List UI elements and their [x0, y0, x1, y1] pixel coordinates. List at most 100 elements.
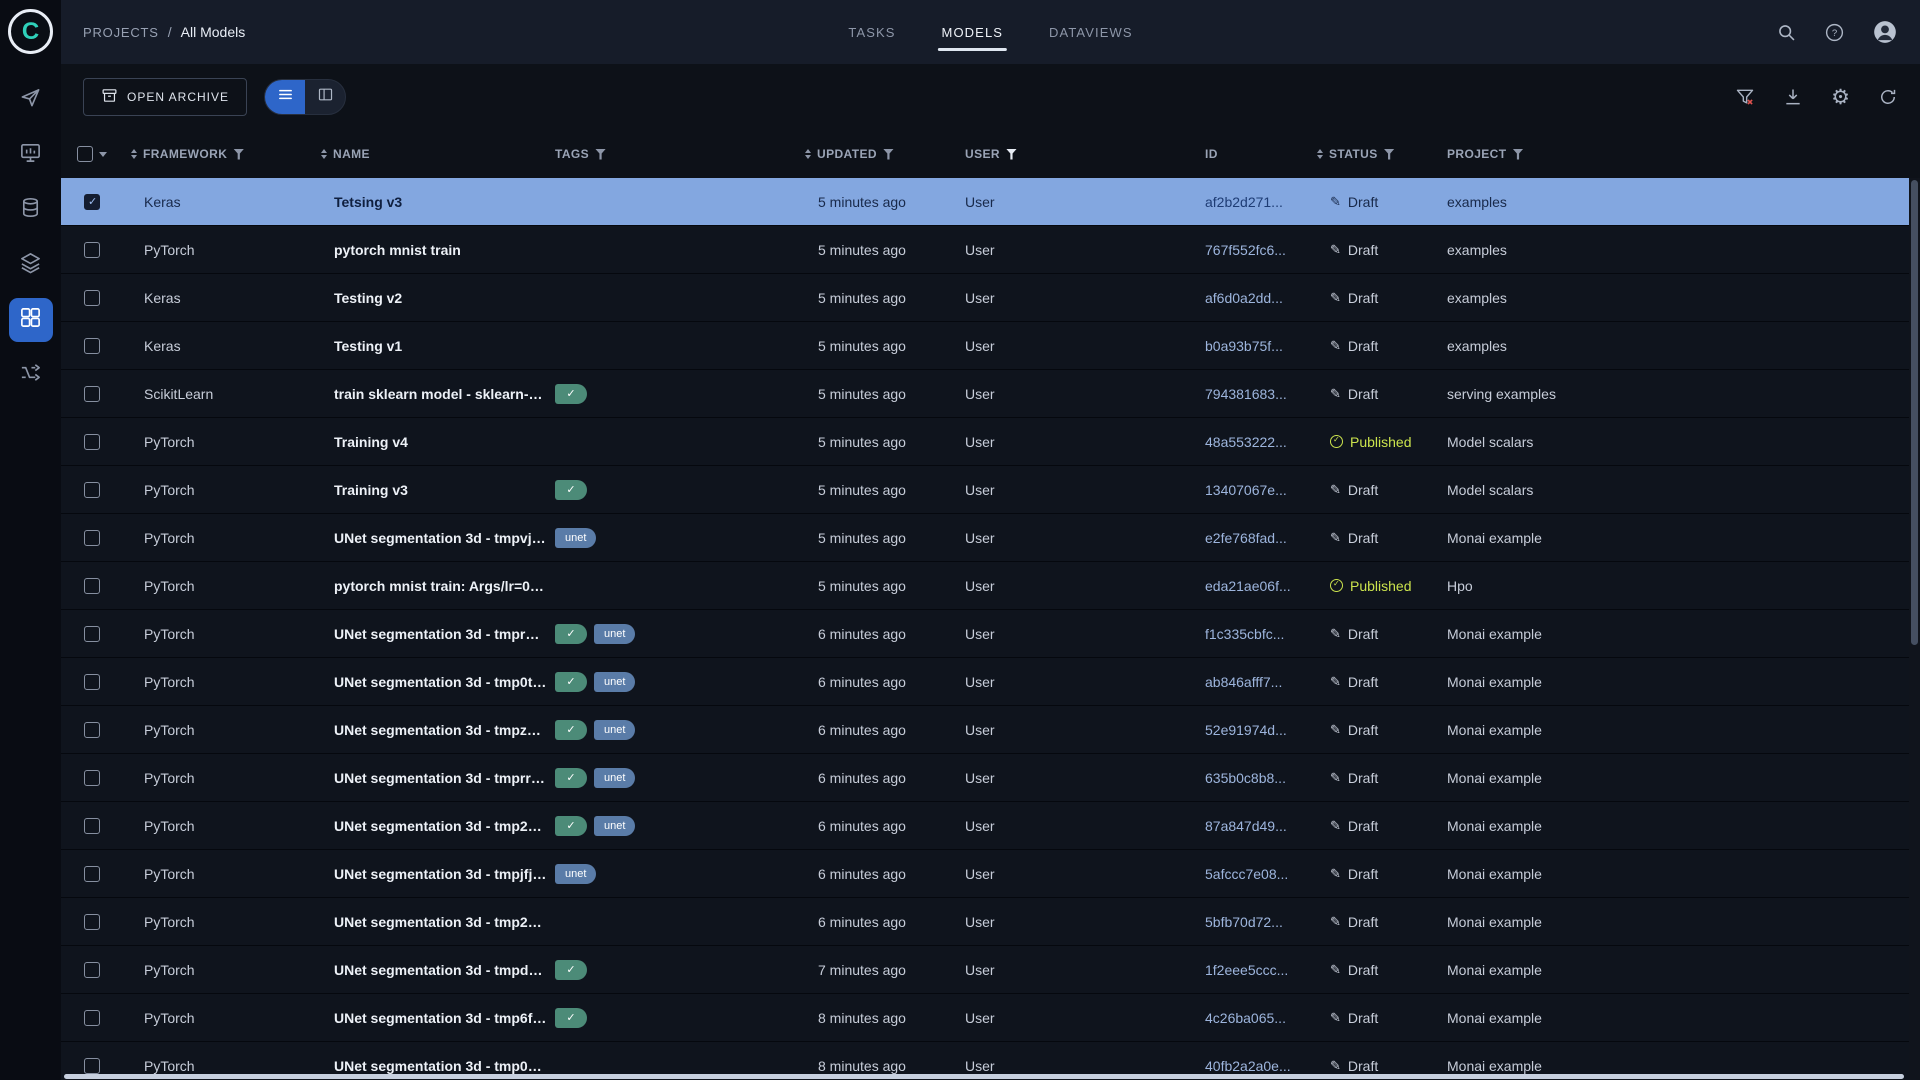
- table-row[interactable]: Keras Testing v1 5 minutes ago User b0a9…: [61, 322, 1920, 370]
- help-icon[interactable]: ?: [1824, 22, 1845, 43]
- sort-icon[interactable]: [131, 149, 137, 159]
- table-row[interactable]: PyTorch UNet segmentation 3d - tmp29rf..…: [61, 802, 1920, 850]
- column-header-project[interactable]: PROJECT: [1439, 147, 1920, 161]
- table-row[interactable]: PyTorch UNet segmentation 3d - tmprb9d..…: [61, 610, 1920, 658]
- table-row[interactable]: PyTorch UNet segmentation 3d - tmp2kr0..…: [61, 898, 1920, 946]
- row-checkbox[interactable]: [84, 578, 100, 594]
- cell-name[interactable]: UNet segmentation 3d - tmp6fq0...: [313, 1010, 547, 1026]
- row-checkbox[interactable]: [84, 242, 100, 258]
- table-row[interactable]: PyTorch Training v4 5 minutes ago User 4…: [61, 418, 1920, 466]
- cell-name[interactable]: UNet segmentation 3d - tmp29rf...: [313, 818, 547, 834]
- filter-icon-updated[interactable]: [883, 149, 894, 160]
- row-checkbox[interactable]: [84, 434, 100, 450]
- vertical-scrollbar-thumb[interactable]: [1911, 180, 1918, 645]
- filter-icon-framework[interactable]: [233, 149, 244, 160]
- sidebar-item-projects[interactable]: [9, 133, 53, 177]
- cell-name[interactable]: UNet segmentation 3d - tmpvjhyl...: [313, 530, 547, 546]
- row-checkbox[interactable]: [84, 338, 100, 354]
- row-checkbox[interactable]: [84, 770, 100, 786]
- table-row[interactable]: PyTorch UNet segmentation 3d - tmprrae..…: [61, 754, 1920, 802]
- column-header-tags[interactable]: TAGS: [547, 147, 797, 161]
- select-menu-caret-icon[interactable]: [99, 152, 107, 157]
- sort-icon[interactable]: [321, 149, 327, 159]
- row-checkbox[interactable]: [84, 194, 100, 210]
- row-checkbox[interactable]: [84, 914, 100, 930]
- sort-icon[interactable]: [805, 149, 811, 159]
- row-checkbox[interactable]: [84, 626, 100, 642]
- column-header-updated[interactable]: UPDATED: [797, 147, 957, 161]
- cell-name[interactable]: train sklearn model - sklearn-mo...: [313, 386, 547, 402]
- column-header-user[interactable]: USER: [957, 147, 1197, 161]
- row-checkbox[interactable]: [84, 962, 100, 978]
- table-row[interactable]: PyTorch UNet segmentation 3d - tmpdm4...…: [61, 946, 1920, 994]
- cell-status: Published: [1309, 434, 1439, 450]
- table-row[interactable]: PyTorch UNet segmentation 3d - tmp6fq0..…: [61, 994, 1920, 1042]
- clear-filters-icon[interactable]: [1735, 87, 1755, 107]
- row-checkbox[interactable]: [84, 818, 100, 834]
- sidebar-item-pipelines[interactable]: [9, 243, 53, 287]
- user-avatar[interactable]: [1872, 19, 1898, 45]
- cell-name[interactable]: UNet segmentation 3d - tmp2kr0...: [313, 914, 547, 930]
- column-header-id[interactable]: ID: [1197, 147, 1309, 161]
- filter-icon-status[interactable]: [1384, 149, 1395, 160]
- cell-name[interactable]: Tetsing v3: [313, 194, 547, 210]
- cell-name[interactable]: pytorch mnist train: [313, 242, 547, 258]
- table-view-button[interactable]: [265, 80, 305, 114]
- tab-models[interactable]: MODELS: [940, 0, 1006, 64]
- table-row[interactable]: PyTorch UNet segmentation 3d - tmpjfjpv.…: [61, 850, 1920, 898]
- table-row[interactable]: PyTorch UNet segmentation 3d - tmpzh0...…: [61, 706, 1920, 754]
- row-checkbox[interactable]: [84, 1010, 100, 1026]
- row-checkbox[interactable]: [84, 386, 100, 402]
- row-checkbox[interactable]: [84, 722, 100, 738]
- cell-name[interactable]: UNet segmentation 3d - tmprrae...: [313, 770, 547, 786]
- table-row[interactable]: PyTorch UNet segmentation 3d - tmp0tu...…: [61, 658, 1920, 706]
- row-checkbox[interactable]: [84, 1058, 100, 1074]
- cell-name[interactable]: UNet segmentation 3d - tmp0tu...: [313, 674, 547, 690]
- auto-refresh-icon[interactable]: [1878, 87, 1898, 107]
- detail-view-button[interactable]: [305, 80, 345, 114]
- select-all-checkbox[interactable]: [77, 146, 93, 162]
- column-header-status[interactable]: STATUS: [1309, 147, 1439, 161]
- settings-gear-icon[interactable]: ⚙: [1831, 87, 1850, 108]
- sidebar-item-dashboard[interactable]: [9, 78, 53, 122]
- cell-name[interactable]: Testing v2: [313, 290, 547, 306]
- table-row[interactable]: PyTorch pytorch mnist train: Args/lr=0.0…: [61, 562, 1920, 610]
- table-row[interactable]: PyTorch pytorch mnist train 5 minutes ag…: [61, 226, 1920, 274]
- row-checkbox[interactable]: [84, 674, 100, 690]
- sidebar-item-workers-queues[interactable]: [9, 353, 53, 397]
- sort-icon[interactable]: [1317, 149, 1323, 159]
- download-icon[interactable]: [1783, 87, 1803, 107]
- filter-icon-user-active[interactable]: [1006, 149, 1017, 160]
- tab-dataviews[interactable]: DATAVIEWS: [1047, 0, 1135, 64]
- breadcrumb-projects[interactable]: PROJECTS: [83, 25, 159, 40]
- filter-icon-tags[interactable]: [595, 149, 606, 160]
- cell-name[interactable]: Testing v1: [313, 338, 547, 354]
- cell-name[interactable]: pytorch mnist train: Args/lr=0.01: [313, 578, 547, 594]
- row-checkbox[interactable]: [84, 530, 100, 546]
- column-header-name[interactable]: NAME: [313, 147, 547, 161]
- search-icon[interactable]: [1776, 22, 1797, 43]
- filter-icon-project[interactable]: [1512, 149, 1523, 160]
- cell-name[interactable]: UNet segmentation 3d - tmp0an...: [313, 1058, 547, 1074]
- cell-name[interactable]: Training v4: [313, 434, 547, 450]
- cell-name[interactable]: UNet segmentation 3d - tmpzh0...: [313, 722, 547, 738]
- tab-tasks[interactable]: TASKS: [846, 0, 897, 64]
- row-checkbox[interactable]: [84, 290, 100, 306]
- cell-name[interactable]: UNet segmentation 3d - tmprb9d...: [313, 626, 547, 642]
- horizontal-scrollbar-thumb[interactable]: [64, 1074, 1904, 1079]
- sidebar-item-datasets[interactable]: [9, 188, 53, 232]
- cell-name[interactable]: UNet segmentation 3d - tmpjfjpv...: [313, 866, 547, 882]
- table-row[interactable]: Keras Testing v2 5 minutes ago User af6d…: [61, 274, 1920, 322]
- table-row[interactable]: PyTorch Training v3 ✓ 5 minutes ago User…: [61, 466, 1920, 514]
- cell-name[interactable]: UNet segmentation 3d - tmpdm4...: [313, 962, 547, 978]
- table-row[interactable]: PyTorch UNet segmentation 3d - tmpvjhyl.…: [61, 514, 1920, 562]
- sidebar-item-models[interactable]: [9, 298, 53, 342]
- table-row[interactable]: ScikitLearn train sklearn model - sklear…: [61, 370, 1920, 418]
- table-row[interactable]: Keras Tetsing v3 5 minutes ago User af2b…: [61, 178, 1920, 226]
- app-logo[interactable]: C: [8, 9, 53, 54]
- cell-name[interactable]: Training v3: [313, 482, 547, 498]
- column-header-framework[interactable]: FRAMEWORK: [123, 147, 313, 161]
- row-checkbox[interactable]: [84, 482, 100, 498]
- row-checkbox[interactable]: [84, 866, 100, 882]
- open-archive-button[interactable]: OPEN ARCHIVE: [83, 78, 247, 116]
